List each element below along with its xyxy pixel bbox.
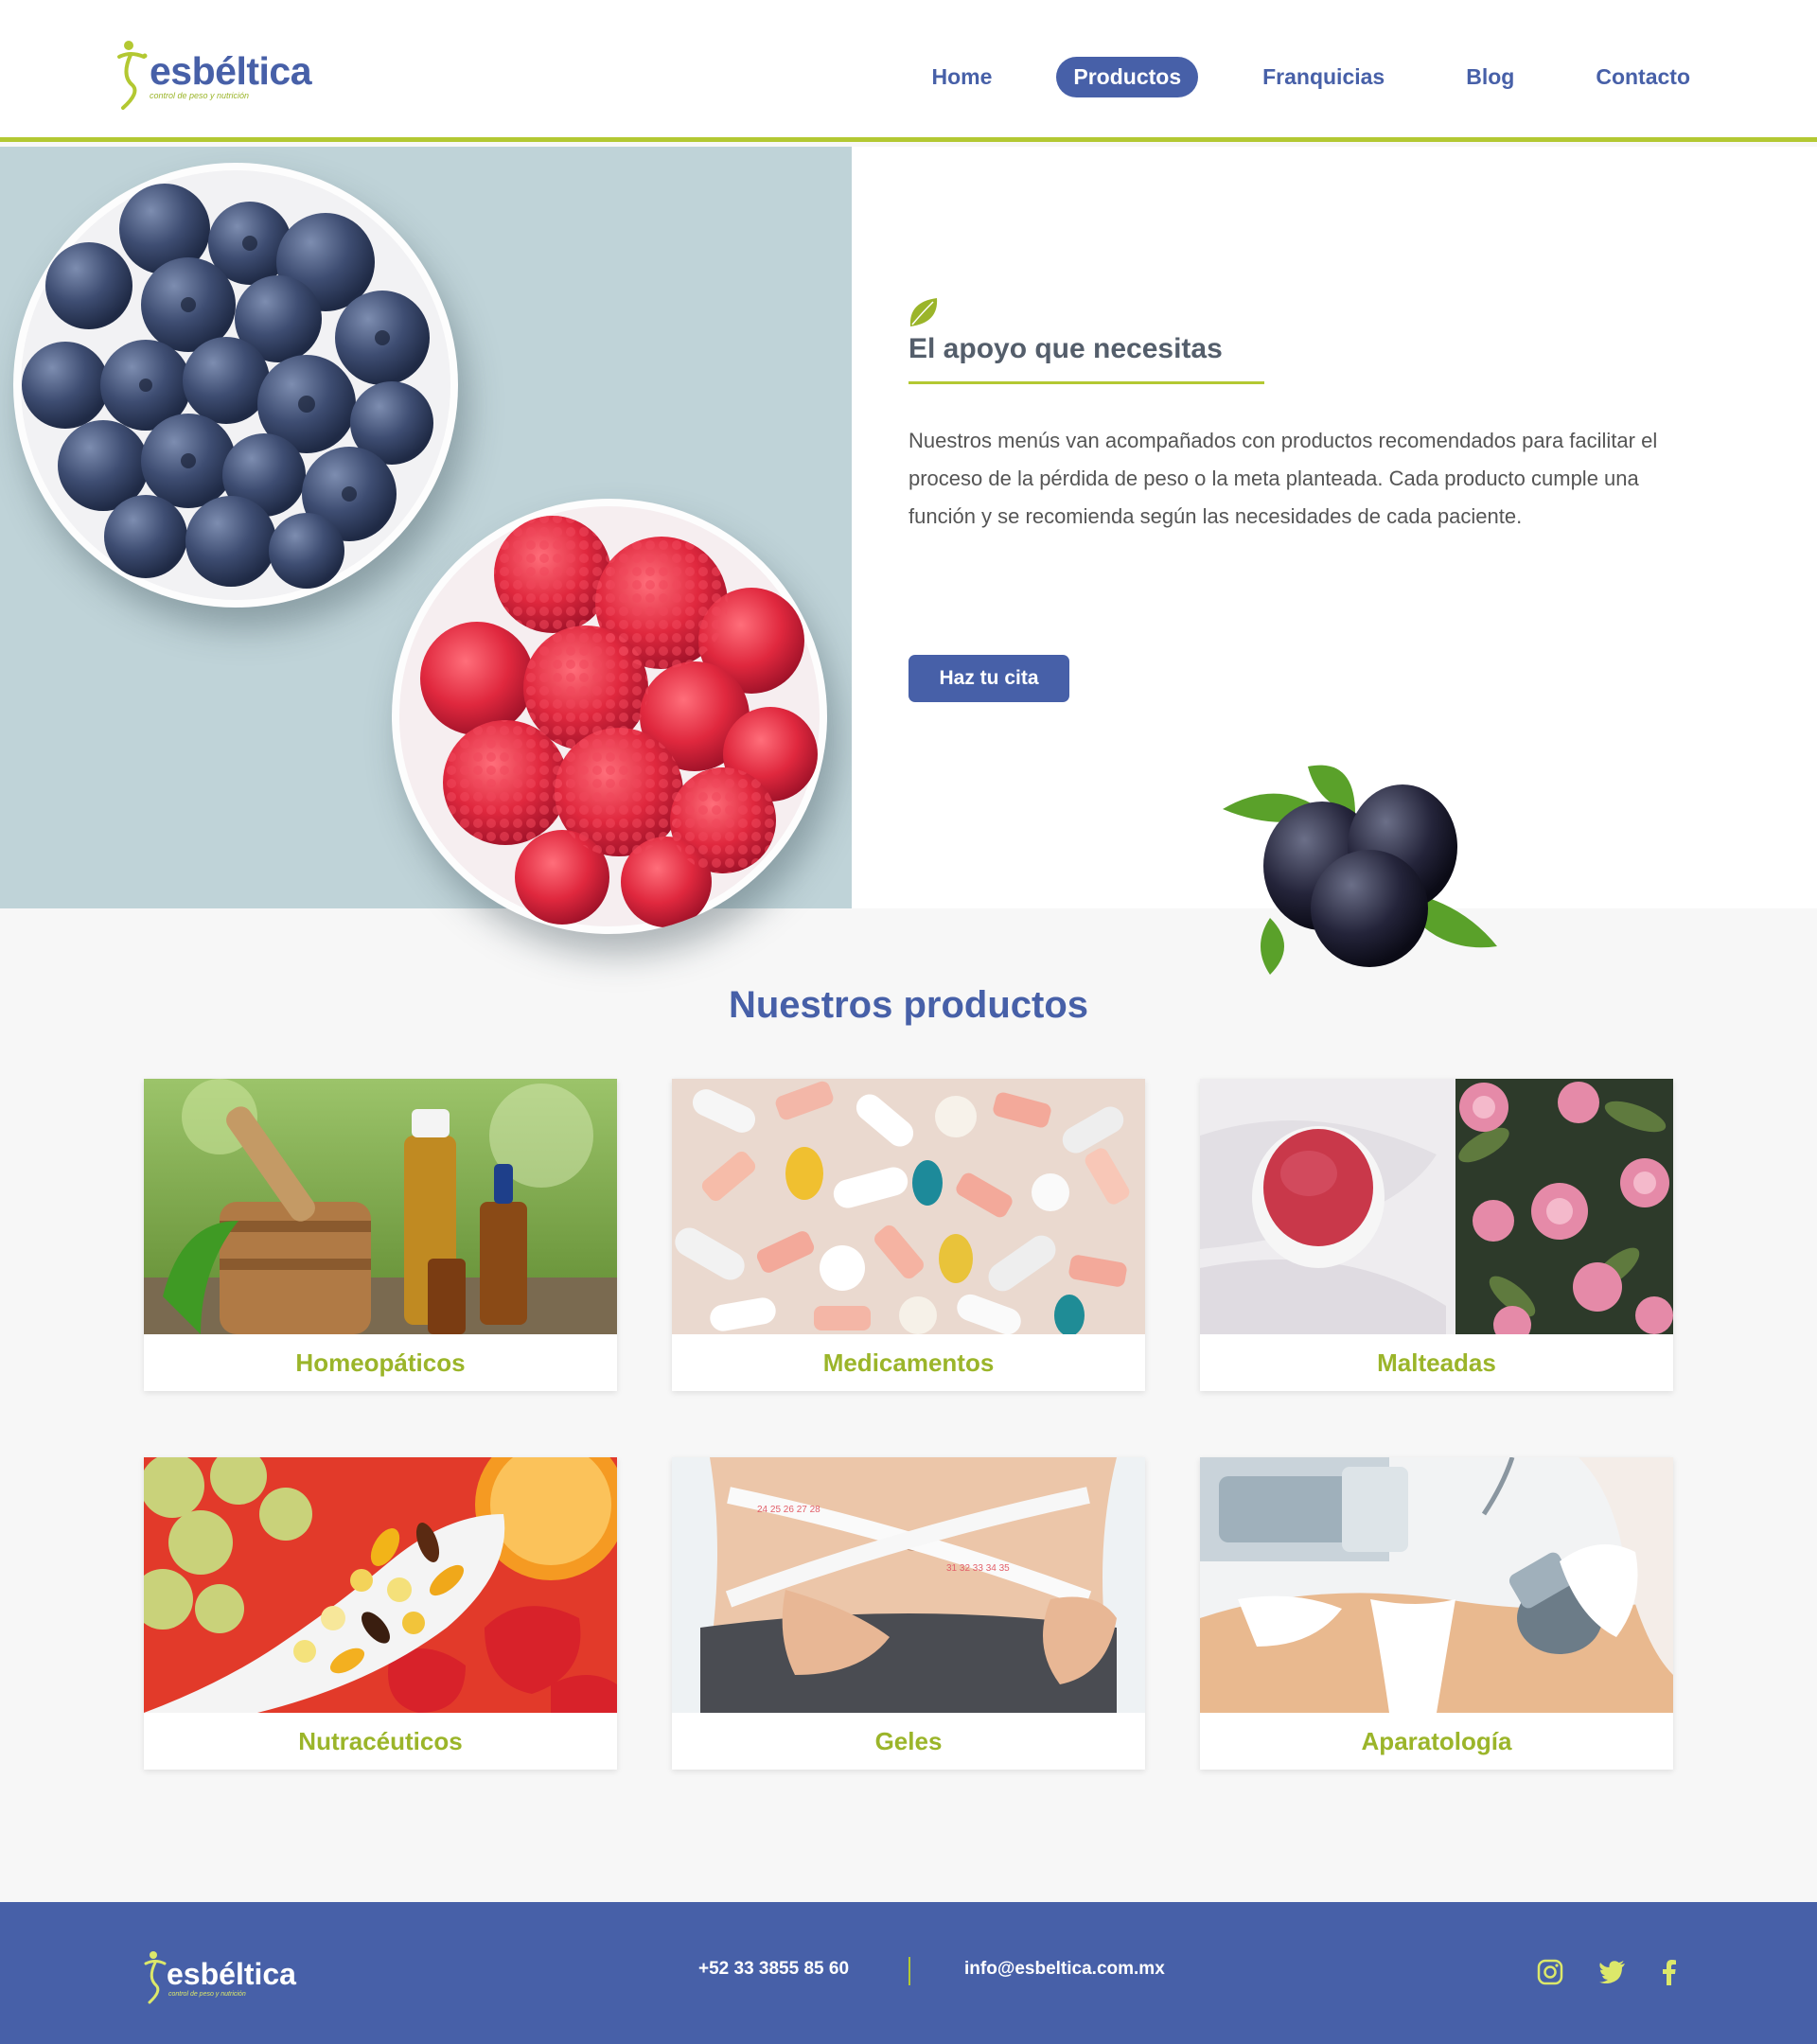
product-card-label: Nutracéuticos	[298, 1726, 463, 1755]
medicine-pills-image	[672, 1079, 1145, 1334]
product-card-malteadas[interactable]: Malteadas	[1200, 1079, 1673, 1391]
gel-waist-image: 24 25 26 27 28 31 32 33 34 35	[672, 1457, 1145, 1713]
nutraceuticals-image	[144, 1457, 617, 1713]
product-card-label: Homeopáticos	[295, 1348, 466, 1377]
hero-title: El apoyo que necesitas	[908, 333, 1223, 364]
brand-logo[interactable]: esbéltica control de peso y nutrición	[114, 38, 322, 114]
footer-brand-name: esbéltica	[167, 1957, 296, 1991]
blackberry-illustration	[1223, 765, 1497, 975]
product-card-label: Aparatología	[1361, 1726, 1512, 1755]
product-card-medicamentos[interactable]: Medicamentos	[672, 1079, 1145, 1391]
nav-franquicias[interactable]: Franquicias	[1245, 57, 1402, 97]
site-footer: esbéltica control de peso y nutrición +5…	[0, 1902, 1817, 2044]
brand-name: esbéltica	[150, 49, 312, 93]
site-header: esbéltica control de peso y nutrición Ho…	[0, 0, 1817, 142]
nav-blog[interactable]: Blog	[1449, 57, 1531, 97]
leaf-icon	[909, 298, 938, 326]
products-section-title: Nuestros productos	[728, 984, 1089, 1026]
raspberries-illustration	[420, 516, 818, 927]
main-nav: Home Productos Franquicias Blog Contacto	[867, 57, 1707, 97]
product-card-geles[interactable]: 24 25 26 27 28 31 32 33 34 35 Geles	[672, 1457, 1145, 1770]
hero-description: Nuestros menús van acompañados con produ…	[908, 429, 1658, 528]
logo-figure-icon	[117, 41, 148, 110]
svg-text:24 25 26 27 28: 24 25 26 27 28	[757, 1505, 820, 1515]
shake-image	[1200, 1079, 1673, 1334]
nav-productos[interactable]: Productos	[1056, 57, 1199, 97]
footer-email[interactable]: info@esbeltica.com.mx	[964, 1959, 1165, 1980]
product-card-label: Malteadas	[1377, 1348, 1496, 1377]
nav-contacto[interactable]: Contacto	[1579, 57, 1707, 97]
hero-image-panel	[0, 147, 852, 934]
book-appointment-button[interactable]: Haz tu cita	[908, 655, 1069, 702]
homeopathic-image	[144, 1079, 617, 1334]
aesthetic-device-image	[1200, 1457, 1673, 1713]
footer-divider	[908, 1957, 910, 1985]
product-card-label: Medicamentos	[822, 1348, 995, 1377]
nav-home[interactable]: Home	[914, 57, 1009, 97]
footer-logo[interactable]: esbéltica control de peso y nutrición	[142, 1949, 312, 2006]
footer-brand-tagline: control de peso y nutrición	[168, 1991, 246, 1998]
product-card-label: Geles	[874, 1726, 943, 1755]
footer-phone[interactable]: +52 33 3855 85 60	[698, 1959, 849, 1980]
hero-title-underline	[908, 381, 1264, 384]
raspberry-bowl-image	[392, 499, 827, 934]
product-card-nutraceuticos[interactable]: Nutracéuticos	[144, 1457, 617, 1770]
product-card-homeopaticos[interactable]: Homeopáticos	[144, 1079, 617, 1391]
svg-text:31 32 33 34 35: 31 32 33 34 35	[946, 1563, 1010, 1574]
instagram-icon[interactable]	[1537, 1959, 1563, 1985]
product-card-aparatologia[interactable]: Aparatología	[1200, 1457, 1673, 1770]
facebook-icon[interactable]	[1662, 1959, 1677, 1985]
twitter-icon[interactable]	[1599, 1961, 1626, 1983]
brand-tagline: control de peso y nutrición	[150, 91, 250, 100]
